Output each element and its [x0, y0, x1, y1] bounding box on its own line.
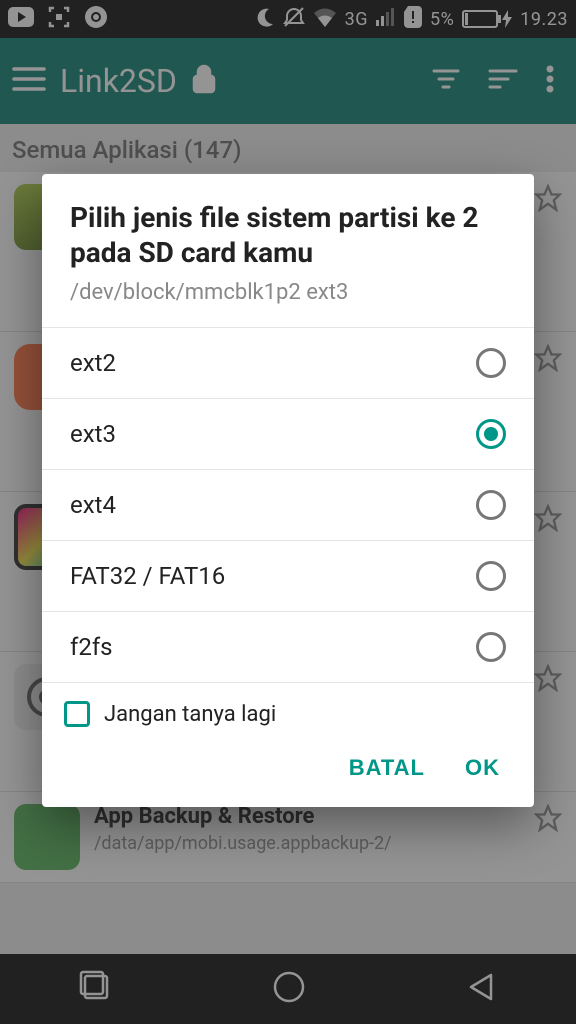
radio-icon: [476, 490, 506, 520]
radio-icon: [476, 419, 506, 449]
radio-icon: [476, 348, 506, 378]
checkbox-icon: [64, 701, 90, 727]
ok-button[interactable]: OK: [465, 755, 500, 781]
dont-ask-again[interactable]: Jangan tanya lagi: [42, 682, 534, 733]
option-label: ext2: [70, 349, 116, 377]
radio-icon: [476, 561, 506, 591]
option-label: f2fs: [70, 633, 113, 661]
dialog-title: Pilih jenis file sistem partisi ke 2 pad…: [70, 200, 506, 270]
cancel-button[interactable]: BATAL: [349, 755, 425, 781]
option-list: ext2 ext3 ext4 FAT32 / FAT16 f2fs: [42, 315, 534, 682]
option-ext3[interactable]: ext3: [42, 398, 534, 469]
option-ext2[interactable]: ext2: [42, 327, 534, 398]
option-label: FAT32 / FAT16: [70, 562, 225, 590]
option-label: ext4: [70, 491, 116, 519]
option-fat[interactable]: FAT32 / FAT16: [42, 540, 534, 611]
option-f2fs[interactable]: f2fs: [42, 611, 534, 682]
filesystem-dialog: Pilih jenis file sistem partisi ke 2 pad…: [42, 174, 534, 807]
dialog-subtitle: /dev/block/mmcblk1p2 ext3: [70, 280, 506, 305]
option-label: ext3: [70, 420, 116, 448]
radio-icon: [476, 632, 506, 662]
checkbox-label: Jangan tanya lagi: [104, 702, 276, 727]
option-ext4[interactable]: ext4: [42, 469, 534, 540]
